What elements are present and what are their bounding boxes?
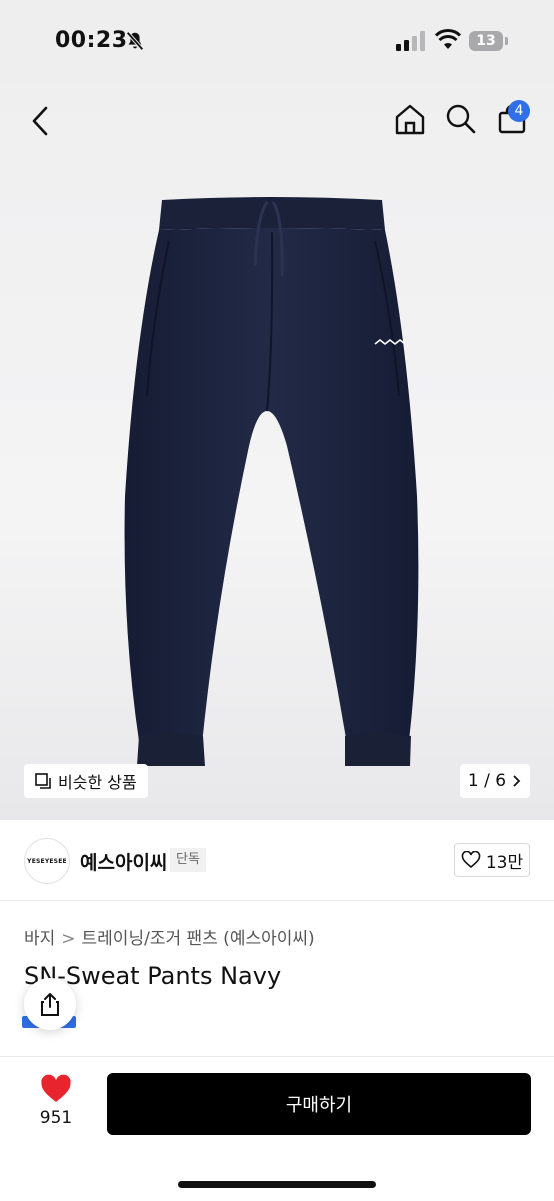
heart-outline-icon — [461, 851, 481, 869]
share-button[interactable] — [24, 978, 76, 1030]
wish-count: 951 — [39, 1108, 73, 1128]
similar-products-button[interactable]: 비슷한 상품 — [24, 764, 148, 798]
brand-like-button[interactable]: 13만 — [454, 843, 530, 877]
chevron-right-icon: > — [61, 929, 76, 949]
breadcrumb-category[interactable]: 바지 — [24, 929, 55, 949]
image-counter[interactable]: 1 / 6 — [460, 764, 530, 798]
divider — [0, 900, 554, 901]
copy-icon — [35, 773, 51, 789]
chevron-right-icon — [513, 775, 521, 787]
breadcrumb-subcategory[interactable]: 트레이닝/조거 팬츠 (예스아이씨) — [82, 929, 315, 949]
status-time: 00:23 — [55, 28, 128, 53]
home-indicator — [178, 1181, 376, 1188]
share-icon — [41, 993, 59, 1016]
brand-logo[interactable]: YESEYESEE — [24, 838, 70, 884]
buy-button[interactable]: 구매하기 — [107, 1073, 531, 1135]
brand-like-count: 13만 — [485, 852, 524, 873]
signal-icon — [396, 31, 425, 51]
bell-off-icon — [126, 31, 144, 51]
battery-tip — [505, 37, 508, 45]
cart-count-badge: 4 — [508, 100, 530, 122]
heart-filled-icon[interactable] — [40, 1074, 72, 1104]
breadcrumb: 바지 > 트레이닝/조거 팬츠 (예스아이씨) — [24, 924, 315, 949]
back-icon[interactable] — [26, 104, 56, 138]
brand-name[interactable]: 예스아이씨 — [80, 848, 167, 875]
home-icon[interactable] — [393, 102, 427, 136]
product-image — [124, 197, 419, 766]
search-icon[interactable] — [445, 103, 477, 135]
similar-products-label: 비슷한 상품 — [58, 773, 137, 792]
battery-indicator: 13 — [469, 31, 503, 51]
image-counter-text: 1 / 6 — [467, 771, 507, 791]
wifi-icon — [435, 29, 461, 49]
exclusive-badge: 단독 — [170, 848, 206, 872]
